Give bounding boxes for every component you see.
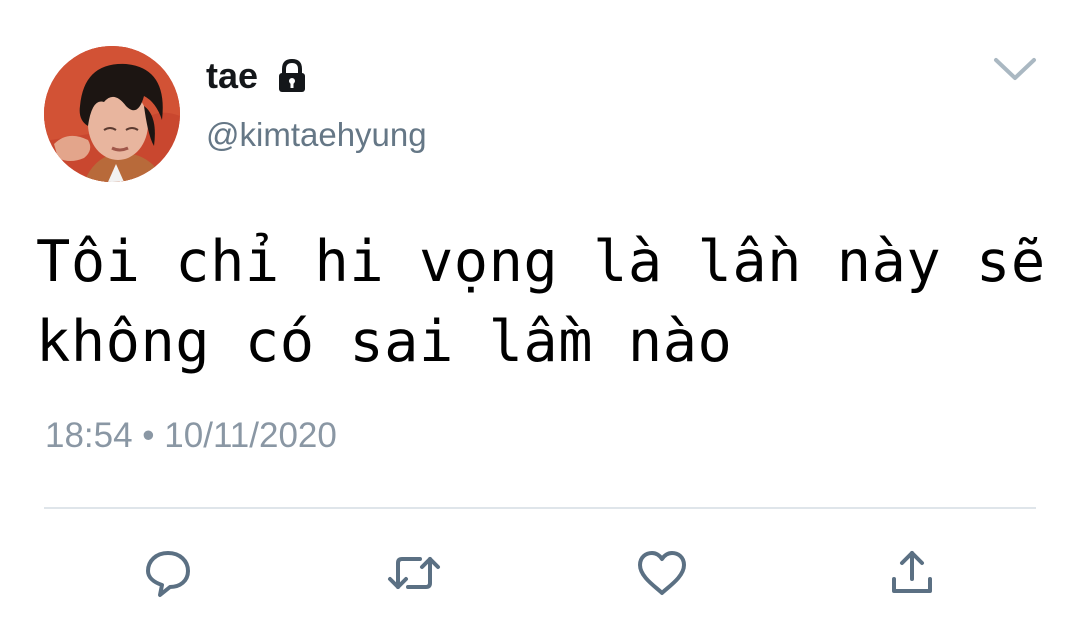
- divider: [44, 507, 1036, 509]
- share-icon: [892, 551, 932, 593]
- reply-button[interactable]: [140, 545, 196, 601]
- avatar-photo: [44, 46, 180, 182]
- like-button[interactable]: [634, 545, 690, 601]
- lock-icon: [274, 58, 310, 94]
- tweet-text: Tôi chỉ hi vọng là lần này sẽ không có s…: [36, 229, 1046, 375]
- heart-icon: [638, 551, 686, 595]
- tweet-card: tae @kimtaehyung Tôi chỉ hi vọng là lần …: [0, 0, 1080, 620]
- retweet-icon: [388, 557, 440, 589]
- display-name[interactable]: tae: [206, 56, 258, 96]
- name-row: tae: [206, 56, 310, 96]
- chevron-down-icon[interactable]: [990, 52, 1040, 84]
- avatar[interactable]: [44, 46, 180, 182]
- speech-bubble-icon: [146, 551, 190, 597]
- user-handle[interactable]: @kimtaehyung: [206, 116, 427, 154]
- tweet-timestamp[interactable]: 18:54 • 10/11/2020: [45, 416, 337, 456]
- retweet-button[interactable]: [386, 545, 442, 601]
- share-button[interactable]: [884, 545, 940, 601]
